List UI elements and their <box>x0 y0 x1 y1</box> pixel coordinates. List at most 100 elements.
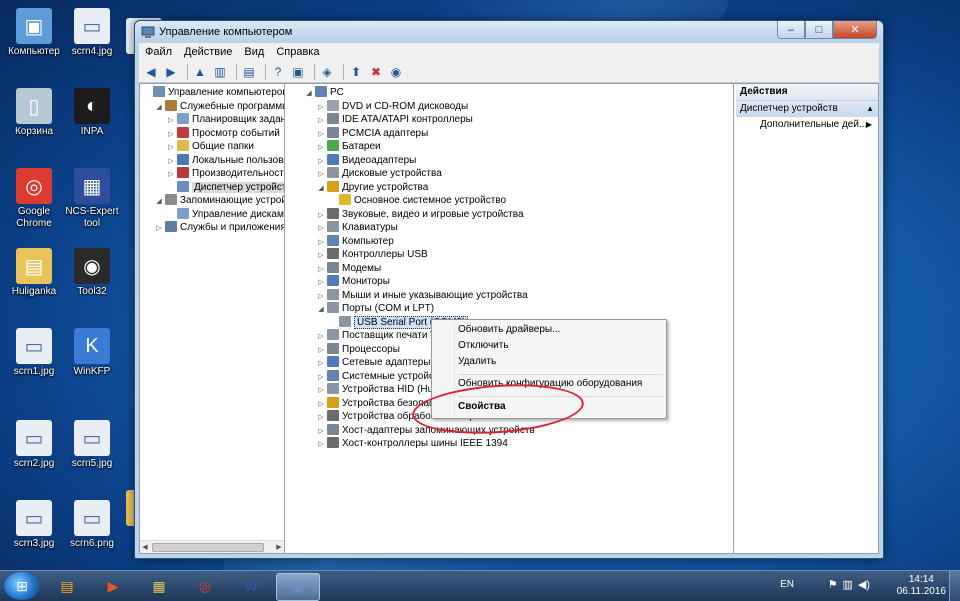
menu-item-uninstall[interactable]: Удалить <box>458 355 496 369</box>
more-actions-item[interactable]: Дополнительные дей... ▶ <box>736 117 878 133</box>
taskbar-app[interactable]: ▤ <box>46 573 88 599</box>
taskbar-app[interactable]: ▣ <box>276 573 320 601</box>
expand-arrow-icon[interactable]: ▷ <box>166 155 176 169</box>
show-hide-tree-icon[interactable]: ▥ <box>212 64 228 80</box>
expand-arrow-icon[interactable]: ▷ <box>166 128 176 142</box>
taskbar-app[interactable]: ▦ <box>138 573 180 599</box>
tray-flag-icon[interactable]: ⚑ <box>828 578 838 591</box>
expand-arrow-icon[interactable]: ▷ <box>166 114 176 128</box>
tree-item[interactable]: ▷ Видеоадаптеры <box>286 153 733 169</box>
tree-item[interactable]: ▷ Батареи <box>286 140 733 154</box>
scrollbar-thumb[interactable] <box>152 543 264 552</box>
expand-arrow-icon[interactable]: ▷ <box>316 263 326 277</box>
expand-arrow-icon[interactable]: ▷ <box>154 222 164 236</box>
expand-arrow-icon[interactable]: ▷ <box>316 155 326 169</box>
tree-item[interactable]: ▷ Общие папки <box>140 140 284 154</box>
expand-arrow-icon[interactable]: ▷ <box>316 222 326 236</box>
taskbar-app[interactable]: W <box>230 573 272 599</box>
tree-item[interactable]: ▷ PCMCIA адаптеры <box>286 126 733 142</box>
expand-arrow-icon[interactable]: ◢ <box>316 182 326 196</box>
tree-item[interactable]: ▷ Локальные пользовате <box>140 153 284 169</box>
tray-volume-icon[interactable]: ◀) <box>858 578 870 591</box>
expand-arrow-icon[interactable]: ▷ <box>316 249 326 263</box>
tree-item[interactable]: ▷ Производительность <box>140 167 284 181</box>
desktop-icon[interactable]: ▣ Компьютер <box>2 8 66 58</box>
tree-item[interactable]: Диспетчер устройств <box>140 180 284 195</box>
expand-arrow-icon[interactable]: ◢ <box>304 87 314 101</box>
maximize-button[interactable]: □ <box>805 21 833 39</box>
minimize-button[interactable]: – <box>777 21 805 39</box>
actions-section-device-manager[interactable]: Диспетчер устройств ▲ <box>736 101 878 117</box>
help-icon[interactable]: ? <box>270 64 286 80</box>
tree-item[interactable]: ◢ Запоминающие устройс <box>140 194 284 208</box>
expand-arrow-icon[interactable]: ▷ <box>316 128 326 142</box>
taskbar-app[interactable]: ◎ <box>184 573 226 599</box>
tree-item[interactable]: ▷ Планировщик заданий <box>140 113 284 127</box>
tree-item[interactable]: ▷ Компьютер <box>286 234 733 250</box>
tree-item[interactable]: ◢ PC <box>286 86 733 100</box>
desktop-icon[interactable]: ◉ Tool32 <box>60 248 124 298</box>
expand-arrow-icon[interactable]: ▷ <box>316 168 326 182</box>
desktop-icon[interactable]: ▭ scrn2.jpg <box>2 420 66 470</box>
desktop-icon[interactable]: ◎ Google Chrome <box>2 168 66 230</box>
language-indicator[interactable]: EN <box>780 579 794 590</box>
tree-item[interactable]: ▷ Мониторы <box>286 275 733 289</box>
desktop-icon[interactable]: ◐ INPA <box>60 88 124 138</box>
expand-arrow-icon[interactable]: ▷ <box>316 101 326 115</box>
menu-item-disable[interactable]: Отключить <box>458 339 509 353</box>
menu-help[interactable]: Справка <box>270 46 325 58</box>
show-action-pane-icon[interactable]: ▣ <box>290 64 306 80</box>
enable-device-icon[interactable]: ◉ <box>388 64 404 80</box>
expand-arrow-icon[interactable]: ▷ <box>316 398 326 412</box>
tree-item[interactable]: ◢ Служебные программы <box>140 99 284 114</box>
tree-item[interactable]: ◢ Другие устройства <box>286 180 733 196</box>
tree-item[interactable]: ▷ Мыши и иные указывающие устройства <box>286 288 733 304</box>
menu-item-update-drivers[interactable]: Обновить драйверы... <box>458 323 560 337</box>
tray-network-icon[interactable]: ▥ <box>842 578 852 591</box>
console-tree-hscrollbar[interactable]: ◀ ▶ <box>140 540 284 553</box>
desktop-icon[interactable]: ▦ NCS-Expert tool <box>60 168 124 230</box>
desktop-icon[interactable]: ▤ Huliganka <box>2 248 66 298</box>
expand-arrow-icon[interactable]: ▷ <box>316 141 326 155</box>
desktop-icon[interactable]: ▭ scrn3.jpg <box>2 500 66 550</box>
collapse-up-icon[interactable]: ▲ <box>866 101 874 117</box>
desktop-icon[interactable]: ▭ scrn1.jpg <box>2 328 66 378</box>
close-button[interactable]: ✕ <box>833 21 877 39</box>
tree-item[interactable]: Управление дисками <box>140 207 284 222</box>
expand-arrow-icon[interactable]: ▷ <box>316 357 326 371</box>
update-driver-icon[interactable]: ⬆ <box>348 64 364 80</box>
tree-item[interactable]: ▷ Контроллеры USB <box>286 248 733 262</box>
menu-view[interactable]: Вид <box>238 46 270 58</box>
tree-item[interactable]: ▷ Хост-контроллеры шины IEEE 1394 <box>286 437 733 451</box>
taskbar-app[interactable]: ▶ <box>92 573 134 599</box>
desktop-icon[interactable]: K WinKFP <box>60 328 124 378</box>
scroll-left-icon[interactable]: ◀ <box>140 541 150 553</box>
expand-arrow-icon[interactable]: ▷ <box>166 168 176 182</box>
tree-item[interactable]: Управление компьютером (л <box>140 86 284 100</box>
expand-arrow-icon[interactable]: ◢ <box>154 195 164 209</box>
tree-item[interactable]: ▷ IDE ATA/ATAPI контроллеры <box>286 113 733 127</box>
desktop-icon[interactable]: ▭ scrn5.jpg <box>60 420 124 470</box>
start-button[interactable]: ⊞ <box>4 572 40 600</box>
expand-arrow-icon[interactable]: ▷ <box>316 344 326 358</box>
uninstall-icon[interactable]: ✖ <box>368 64 384 80</box>
expand-arrow-icon[interactable]: ▷ <box>316 290 326 304</box>
tree-item[interactable]: Основное системное устройство <box>286 194 733 208</box>
desktop-icon[interactable]: ▯ Корзина <box>2 88 66 138</box>
back-icon[interactable]: ◀ <box>143 64 159 80</box>
tree-item[interactable]: ▷ Дисковые устройства <box>286 167 733 181</box>
tree-item[interactable]: ▷ Клавиатуры <box>286 221 733 235</box>
tree-item[interactable]: ▷ Службы и приложения <box>140 221 284 235</box>
menu-file[interactable]: Файл <box>139 46 178 58</box>
tree-item[interactable]: ◢ Порты (COM и LPT) <box>286 302 733 316</box>
expand-arrow-icon[interactable]: ▷ <box>316 236 326 250</box>
menu-action[interactable]: Действие <box>178 46 238 58</box>
expand-arrow-icon[interactable]: ▷ <box>316 276 326 290</box>
forward-icon[interactable]: ▶ <box>163 64 179 80</box>
tree-item[interactable]: ▷ Просмотр событий <box>140 126 284 142</box>
scan-hardware-icon[interactable]: ◈ <box>319 64 335 80</box>
clock[interactable]: 14:14 06.11.2016 <box>897 574 946 598</box>
properties-icon[interactable]: ▤ <box>241 64 257 80</box>
expand-arrow-icon[interactable]: ▷ <box>316 425 326 439</box>
tree-item[interactable]: ▷ Модемы <box>286 261 733 277</box>
